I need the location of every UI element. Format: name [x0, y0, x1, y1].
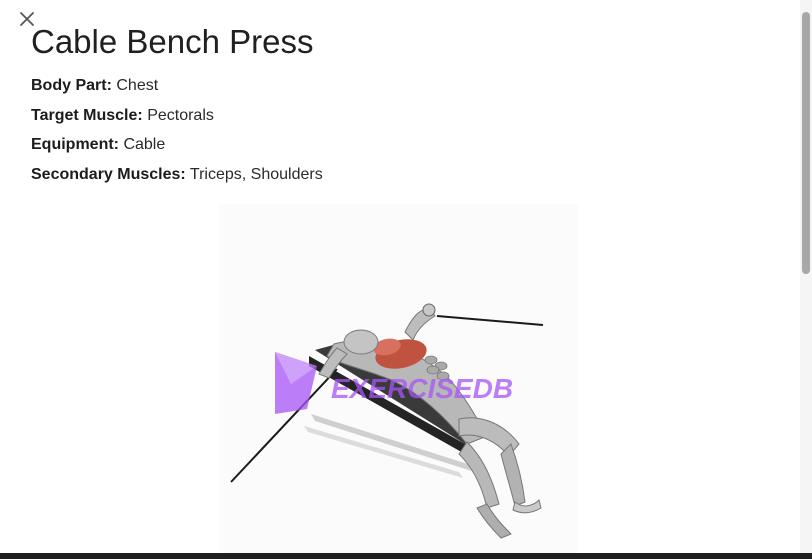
watermark-text: EXERCISEDB	[331, 373, 513, 404]
info-list: Body Part: Chest Target Muscle: Pectoral…	[31, 77, 791, 184]
bottom-edge	[0, 553, 812, 559]
info-value: Cable	[123, 136, 166, 153]
exercise-title: Cable Bench Press	[31, 23, 314, 60]
info-row-equipment: Equipment: Cable	[31, 136, 791, 154]
exercise-illustration-graphic: EXERCISEDB	[230, 303, 544, 539]
info-value: Triceps, Shoulders	[189, 165, 323, 183]
info-label: Equipment:	[31, 136, 119, 153]
info-row-target-muscle: Target Muscle: Pectorals	[31, 107, 791, 125]
info-value: Pectorals	[147, 106, 214, 124]
info-row-secondary-muscles: Secondary Muscles: Triceps, Shoulders	[31, 166, 791, 184]
info-label: Secondary Muscles:	[31, 165, 186, 183]
info-label: Body Part:	[31, 77, 112, 94]
scrollbar-thumb[interactable]	[802, 12, 810, 274]
exercise-details: Cable Bench Press Body Part: Chest Targe…	[31, 22, 791, 195]
info-value: Chest	[116, 77, 159, 94]
info-row-body-part: Body Part: Chest	[31, 77, 791, 95]
info-label: Target Muscle:	[31, 106, 143, 124]
exercise-illustration: EXERCISEDB	[219, 204, 578, 559]
